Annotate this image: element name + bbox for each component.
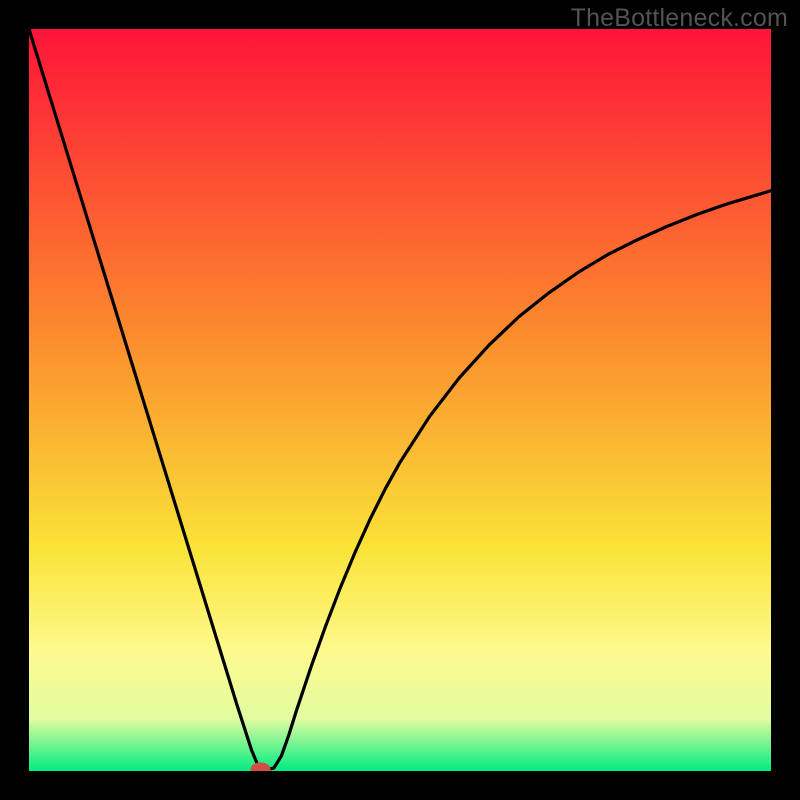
plot-area bbox=[29, 29, 771, 771]
gradient-background bbox=[29, 29, 771, 771]
bottleneck-chart-svg bbox=[29, 29, 771, 771]
watermark-text: TheBottleneck.com bbox=[571, 4, 788, 33]
chart-frame: TheBottleneck.com bbox=[0, 0, 800, 800]
